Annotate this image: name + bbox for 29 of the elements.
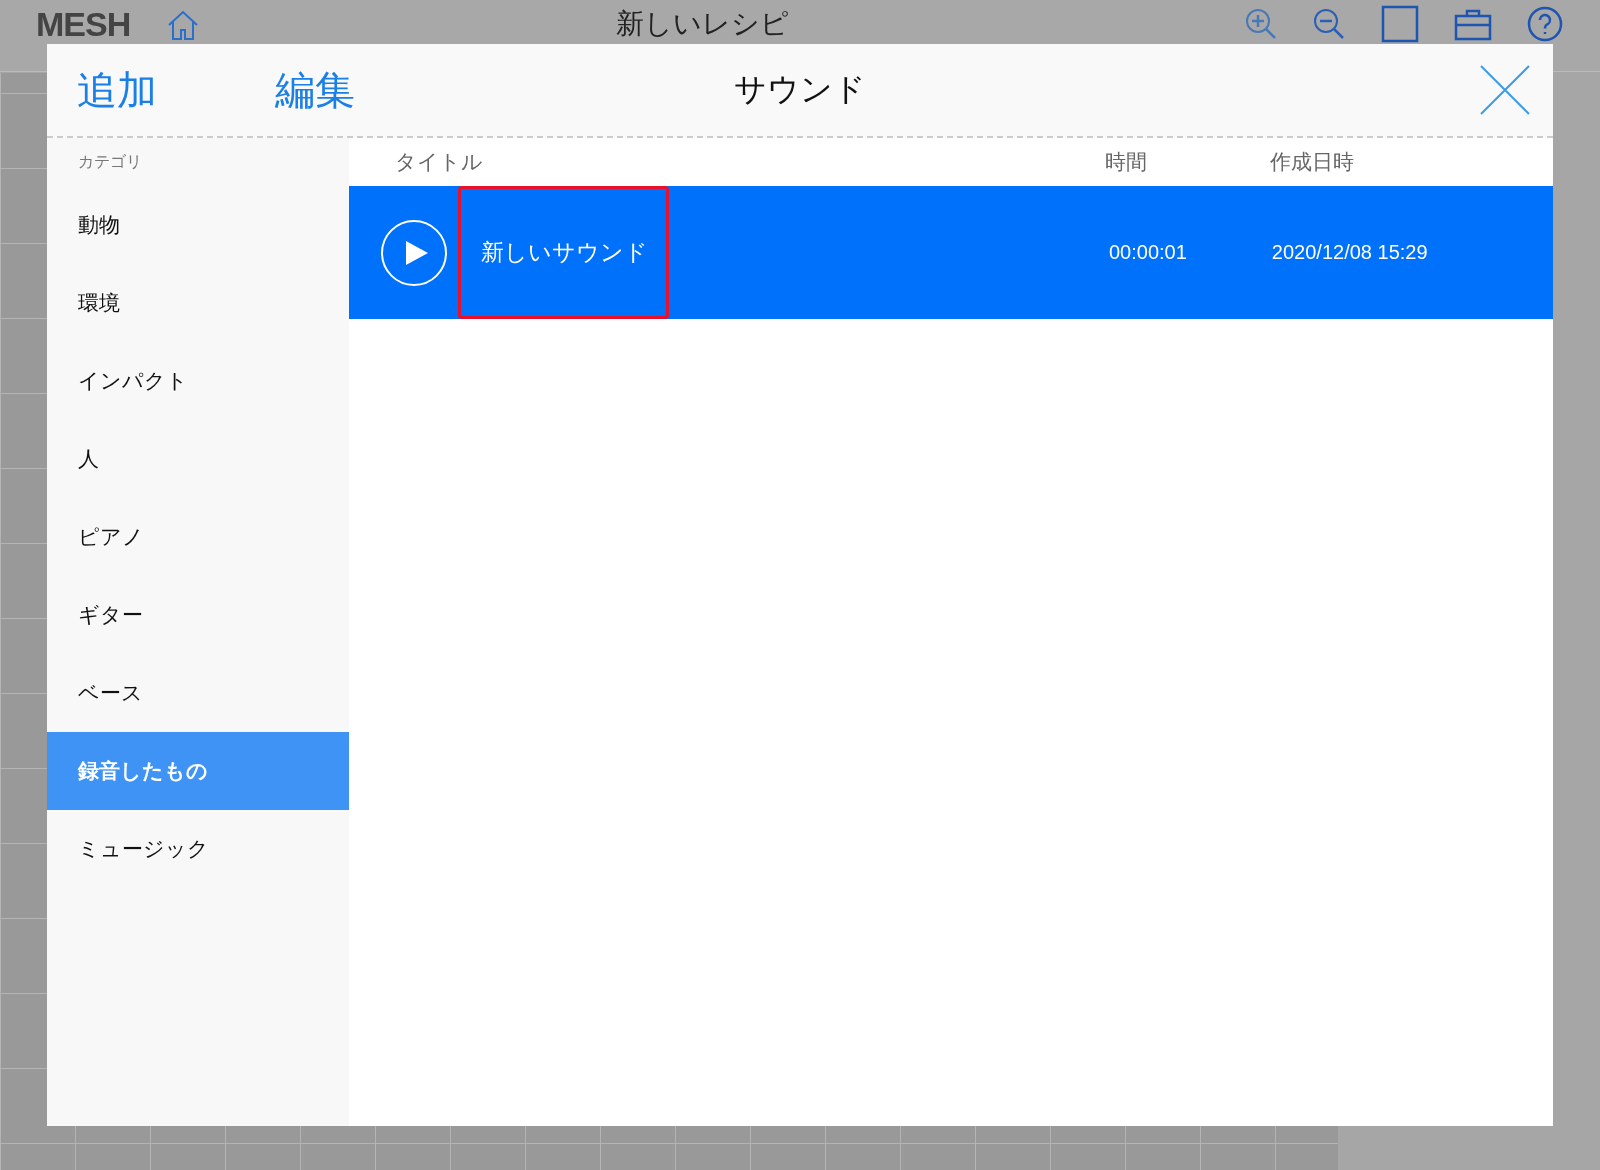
category-item[interactable]: インパクト (47, 342, 349, 420)
header-action[interactable]: 編集 (275, 62, 355, 118)
sound-duration: 00:00:01 (1109, 241, 1187, 264)
category-item[interactable]: ギター (47, 576, 349, 654)
column-header: 作成日時 (1270, 149, 1355, 176)
zoom-out-icon[interactable] (1312, 7, 1346, 41)
recipe-title: 新しいレシピ (616, 6, 790, 42)
play-button[interactable] (381, 219, 447, 286)
sound-row[interactable]: 新しいサウンド 00:00:01 2020/12/08 15:29 (349, 186, 1553, 319)
column-header: 時間 (1105, 149, 1148, 176)
square-icon[interactable] (1380, 4, 1420, 44)
category-item[interactable]: ミュージック (47, 810, 349, 888)
category-item[interactable]: ベース (47, 654, 349, 732)
dialog-title: サウンド (734, 69, 866, 110)
logo: MESH (36, 4, 131, 44)
category-heading: カテゴリ (77, 151, 143, 173)
header-action[interactable]: 追加 (77, 62, 157, 118)
category-item[interactable]: 動物 (47, 186, 349, 264)
column-header: タイトル (395, 149, 484, 176)
category-item[interactable]: 人 (47, 420, 349, 498)
close-button[interactable] (1479, 64, 1531, 116)
play-icon (406, 240, 428, 265)
category-item[interactable]: 環境 (47, 264, 349, 342)
toolbox-icon[interactable] (1454, 7, 1492, 41)
sound-created-date: 2020/12/08 15:29 (1271, 241, 1428, 264)
zoom-in-icon[interactable] (1244, 7, 1278, 41)
help-icon[interactable] (1526, 5, 1564, 43)
category-item[interactable]: ピアノ (47, 498, 349, 576)
sound-title: 新しいサウンド (458, 186, 669, 319)
